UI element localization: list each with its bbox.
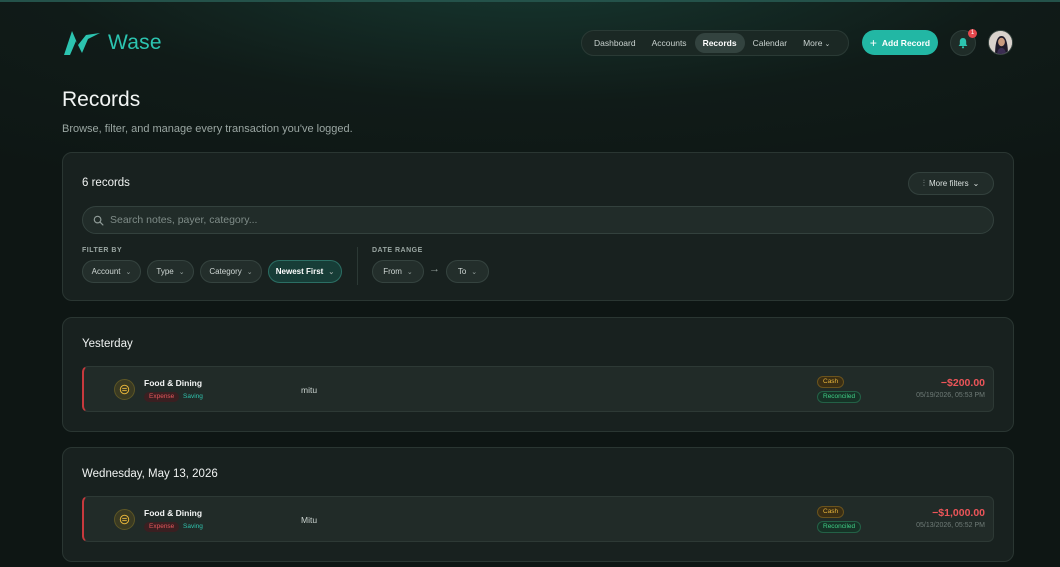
- category-filter-label: Category: [209, 267, 242, 276]
- category-filter-dropdown[interactable]: Category ⌄: [200, 260, 262, 283]
- records-count: 6 records: [82, 177, 130, 189]
- filter-divider: [357, 247, 358, 285]
- expense-tag: Expense: [144, 522, 180, 532]
- account-tag: Cash: [817, 376, 845, 388]
- record-category: Food & Dining: [144, 378, 203, 388]
- nav-records[interactable]: Records: [694, 33, 745, 53]
- chevron-down-icon: ⌄: [178, 268, 185, 276]
- date-to-picker[interactable]: To ⌄: [446, 260, 489, 283]
- date-to-label: To: [457, 267, 467, 276]
- filter-by-label: FILTER BY: [82, 247, 123, 254]
- record-amount: −$200.00: [940, 377, 985, 389]
- type-filter-label: Type: [156, 267, 174, 276]
- account-tag: Cash: [817, 506, 845, 518]
- top-header: Wase Dashboard Accounts Records Calendar…: [62, 28, 1014, 58]
- wase-logo-icon: [64, 31, 100, 55]
- date-range-label: DATE RANGE: [372, 247, 423, 254]
- record-timestamp: 05/19/2026, 05:53 PM: [916, 392, 985, 399]
- search-input[interactable]: [110, 214, 970, 226]
- record-payer: Mitu: [301, 515, 318, 525]
- group-date-heading: Wednesday, May 13, 2026: [82, 468, 218, 480]
- page-subtitle: Browse, filter, and manage every transac…: [62, 123, 353, 135]
- record-row[interactable]: Food & Dining Expense Saving Mitu Cash R…: [82, 496, 994, 542]
- type-filter-dropdown[interactable]: Type ⌄: [147, 260, 194, 283]
- brand-logo[interactable]: Wase: [62, 28, 162, 58]
- record-timestamp: 05/13/2026, 05:52 PM: [916, 522, 985, 529]
- status-badge: Reconciled: [817, 391, 862, 403]
- top-accent-line: [0, 0, 1060, 2]
- sort-dropdown[interactable]: Newest First ⌄: [268, 260, 342, 283]
- date-from-label: From: [383, 267, 402, 276]
- account-filter-label: Account: [91, 267, 121, 276]
- record-payer: mitu: [301, 385, 318, 395]
- main-nav: Dashboard Accounts Records Calendar More…: [581, 30, 849, 56]
- more-filters-button[interactable]: ⫶ More filters ⌄: [908, 172, 994, 195]
- arrow-right-icon: →: [429, 263, 440, 275]
- account-filter-dropdown[interactable]: Account ⌄: [82, 260, 141, 283]
- more-filters-label: More filters: [929, 179, 969, 188]
- food-dining-icon: [114, 509, 135, 530]
- saving-tag: Saving: [183, 523, 203, 530]
- chevron-down-icon: ⌄: [824, 41, 831, 48]
- expense-tag: Expense: [144, 392, 180, 402]
- search-icon: [93, 215, 104, 225]
- nav-calendar[interactable]: Calendar: [745, 33, 796, 53]
- record-group: Yesterday Food & Dining Expense Saving m…: [62, 317, 1014, 432]
- chevron-down-icon: ⌄: [125, 268, 132, 276]
- page-title: Records: [62, 88, 141, 111]
- chevron-down-icon: ⌄: [328, 268, 335, 276]
- nav-more[interactable]: More ⌄: [795, 33, 838, 53]
- status-badge: Reconciled: [817, 521, 862, 533]
- brand-name: Wase: [108, 31, 162, 54]
- plus-icon: +: [869, 35, 877, 50]
- record-amount: −$1,000.00: [932, 507, 985, 519]
- nav-more-label: More: [803, 38, 823, 48]
- avatar[interactable]: [988, 30, 1013, 55]
- chevron-down-icon: ⌄: [972, 179, 980, 188]
- sort-label: Newest First: [275, 267, 324, 276]
- food-dining-icon: [114, 379, 135, 400]
- record-group: Wednesday, May 13, 2026 Food & Dining Ex…: [62, 447, 1014, 562]
- nav-accounts[interactable]: Accounts: [644, 33, 695, 53]
- filter-panel: 6 records ⫶ More filters ⌄ FILTER BY Acc…: [62, 152, 1014, 301]
- nav-dashboard[interactable]: Dashboard: [586, 33, 644, 53]
- sliders-icon: ⫶: [922, 178, 925, 188]
- add-record-label: Add Record: [881, 37, 931, 48]
- chevron-down-icon: ⌄: [246, 268, 253, 276]
- notifications-button[interactable]: 1: [950, 29, 977, 56]
- add-record-button[interactable]: + Add Record: [862, 30, 938, 55]
- record-category: Food & Dining: [144, 508, 203, 518]
- chevron-down-icon: ⌄: [471, 268, 478, 276]
- bell-icon: [958, 38, 968, 49]
- saving-tag: Saving: [183, 393, 203, 400]
- date-from-picker[interactable]: From ⌄: [372, 260, 424, 283]
- chevron-down-icon: ⌄: [406, 268, 413, 276]
- record-row[interactable]: Food & Dining Expense Saving mitu Cash R…: [82, 366, 994, 412]
- user-avatar-image: [989, 31, 1012, 54]
- group-date-heading: Yesterday: [82, 338, 133, 350]
- search-box[interactable]: [82, 206, 994, 234]
- notification-count-badge: 1: [968, 29, 977, 38]
